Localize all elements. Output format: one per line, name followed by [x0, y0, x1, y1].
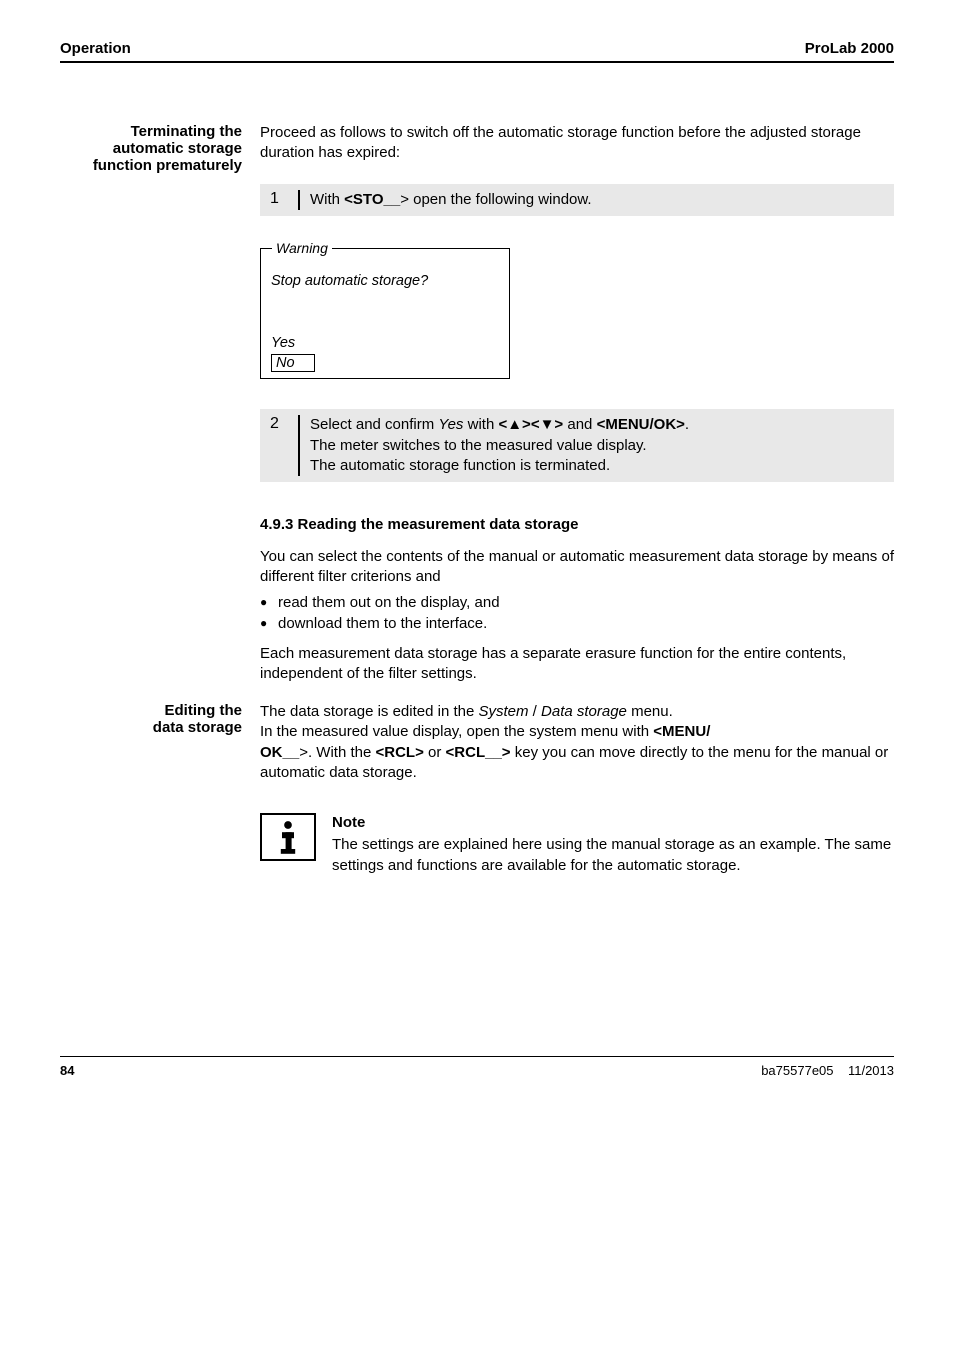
- note-text: Note The settings are explained here usi…: [332, 813, 894, 876]
- s2-line2: The meter switches to the measured value…: [310, 437, 647, 454]
- step-divider: [298, 190, 300, 210]
- l3-a: >. With the: [299, 744, 375, 761]
- l3-rcl2: <RCL__>: [446, 744, 511, 761]
- bullet-1: read them out on the display, and: [260, 594, 894, 611]
- l3-rcl1: <RCL>: [375, 744, 423, 761]
- sect2-p2: Each measurement data storage has a sepa…: [260, 644, 894, 685]
- step-2-number: 2: [270, 415, 298, 476]
- step-2-text: Select and confirm Yes with <▲><▼> and <…: [310, 415, 884, 476]
- footer-page: 84: [60, 1063, 74, 1078]
- step-divider: [298, 415, 300, 476]
- s2-key1: <▲><▼>: [498, 416, 563, 433]
- step1-pre: With: [310, 191, 344, 208]
- l2-menu: <MENU/: [653, 723, 710, 740]
- section-heading-493: 4.9.3 Reading the measurement data stora…: [260, 516, 894, 533]
- l1-sep: /: [529, 703, 542, 720]
- header-left: Operation: [60, 40, 131, 57]
- s2-yes: Yes: [438, 416, 463, 433]
- step-1-text: With <STO__> open the following window.: [310, 190, 884, 210]
- s2-and: and: [563, 416, 596, 433]
- warning-no: No: [271, 354, 315, 372]
- step-1: 1 With <STO__> open the following window…: [260, 184, 894, 216]
- warning-question: Stop automatic storage?: [271, 273, 499, 289]
- step-1-number: 1: [270, 190, 298, 210]
- note-body: The settings are explained here using th…: [332, 835, 894, 876]
- side-heading-editing: Editing the data storage: [60, 702, 260, 736]
- bullet-list: read them out on the display, and downlo…: [260, 594, 894, 632]
- intro-paragraph: Proceed as follows to switch off the aut…: [260, 123, 894, 164]
- l1-sys: System: [478, 703, 528, 720]
- l1-ds: Data storage: [541, 703, 627, 720]
- step1-post: > open the following window.: [400, 191, 591, 208]
- footer-doc: ba75577e05: [761, 1063, 833, 1078]
- sect2-p1: You can select the contents of the manua…: [260, 547, 894, 588]
- header-right: ProLab 2000: [805, 40, 894, 57]
- s2-line3: The automatic storage function is termin…: [310, 457, 610, 474]
- l3-or: or: [424, 744, 446, 761]
- l2-pre: In the measured value display, open the …: [260, 723, 653, 740]
- step-2: 2 Select and confirm Yes with <▲><▼> and…: [260, 409, 894, 482]
- step1-key: <STO__: [344, 191, 400, 208]
- warning-box: Warning Stop automatic storage? Yes No: [260, 230, 894, 379]
- header-rule: [60, 61, 894, 63]
- s2-end: .: [685, 416, 689, 433]
- side-heading-terminating: Terminating the automatic storage functi…: [60, 123, 260, 174]
- info-icon: [260, 813, 316, 861]
- s2-pre: Select and confirm: [310, 416, 438, 433]
- l3-ok: OK__: [260, 744, 299, 761]
- warning-yes: Yes: [271, 335, 499, 351]
- bullet-2: download them to the interface.: [260, 615, 894, 632]
- s2-mid: with: [463, 416, 498, 433]
- editing-paragraph: The data storage is edited in the System…: [260, 702, 894, 783]
- l1-pre: The data storage is edited in the: [260, 703, 478, 720]
- note-block: Note The settings are explained here usi…: [260, 813, 894, 876]
- s2-key2: <MENU/OK>: [597, 416, 685, 433]
- note-heading: Note: [332, 813, 894, 833]
- warning-label: Warning: [272, 240, 332, 256]
- l1-post: menu.: [627, 703, 673, 720]
- footer-date: 11/2013: [848, 1063, 894, 1078]
- footer: 84 ba75577e05 11/2013: [60, 1056, 894, 1078]
